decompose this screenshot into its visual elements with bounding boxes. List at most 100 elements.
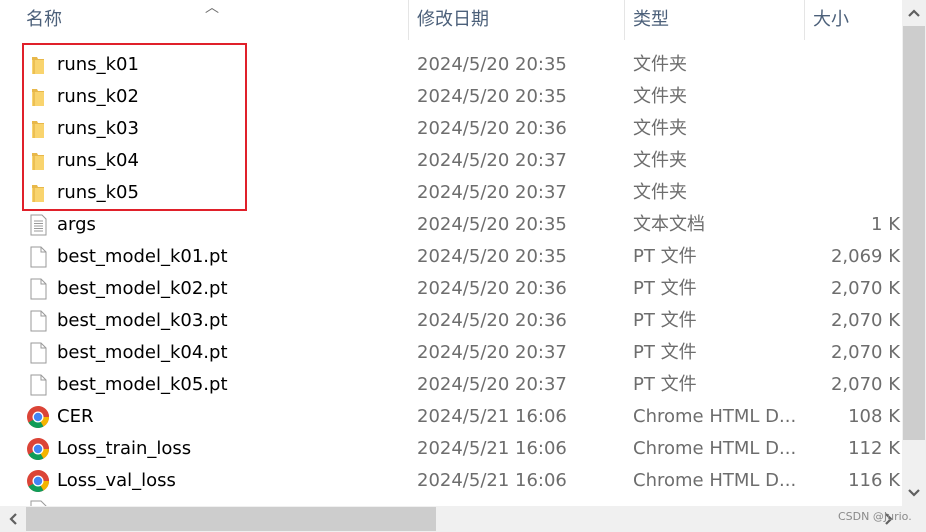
file-size: 108 K xyxy=(848,406,900,427)
chevron-down-icon xyxy=(908,489,920,497)
file-row[interactable]: CER 2024/5/21 16:06 Chrome HTML D... 108 K xyxy=(0,401,900,433)
file-name: CER xyxy=(57,406,94,427)
chrome-icon xyxy=(27,438,50,460)
file-type: 文件夹 xyxy=(633,182,687,203)
chrome-icon xyxy=(27,470,50,492)
column-divider[interactable] xyxy=(624,0,625,40)
horizontal-scroll-thumb[interactable] xyxy=(26,507,436,531)
file-type: Chrome HTML D... xyxy=(633,470,797,491)
chevron-left-icon xyxy=(9,513,17,525)
file-type: PT 文件 xyxy=(633,342,697,363)
file-size: 2,069 K xyxy=(830,246,900,267)
file-name: Loss_val_loss xyxy=(57,470,176,491)
file-name: runs_k01 xyxy=(57,54,139,75)
file-size: 2,070 K xyxy=(830,278,900,299)
vertical-scroll-thumb[interactable] xyxy=(903,26,925,440)
file-type: PT 文件 xyxy=(633,246,697,267)
file-date: 2024/5/21 16:06 xyxy=(417,438,567,459)
file-row[interactable]: best_model_k02.pt 2024/5/20 20:36 PT 文件 2,0… xyxy=(0,273,900,305)
column-divider[interactable] xyxy=(804,0,805,40)
file-type: 文件夹 xyxy=(633,86,687,107)
file-row[interactable]: runs_k04 2024/5/20 20:37 文件夹 xyxy=(0,145,900,177)
file-date: 2024/5/21 16:06 xyxy=(417,470,567,491)
file-icon xyxy=(28,310,50,332)
file-icon xyxy=(28,278,50,300)
folder-icon xyxy=(28,54,50,76)
file-name: best_model_k04.pt xyxy=(57,342,228,363)
folder-icon xyxy=(28,118,50,140)
file-size: 1 K xyxy=(871,214,900,235)
file-row[interactable]: args 2024/5/20 20:35 文本文档 1 K xyxy=(0,209,900,241)
scroll-left-button[interactable] xyxy=(0,506,26,532)
watermark: CSDN @Jurio. xyxy=(838,510,912,523)
scroll-down-button[interactable] xyxy=(902,480,926,506)
file-row[interactable]: best_model_k01.pt 2024/5/20 20:35 PT 文件 2,0… xyxy=(0,241,900,273)
file-name: best_model_k01.pt xyxy=(57,246,228,267)
scroll-up-button[interactable] xyxy=(902,0,926,26)
file-size: 112 K xyxy=(848,438,900,459)
folder-icon xyxy=(28,86,50,108)
file-name: best_model_k05.pt xyxy=(57,374,228,395)
file-date: 2024/5/20 20:35 xyxy=(417,246,567,267)
file-row[interactable]: Loss_val_loss 2024/5/21 16:06 Chrome HTML … xyxy=(0,465,900,497)
chrome-icon xyxy=(27,406,50,428)
file-date: 2024/5/20 20:37 xyxy=(417,182,567,203)
file-type: Chrome HTML D... xyxy=(633,406,797,427)
file-type: PT 文件 xyxy=(633,278,697,299)
text-file-icon xyxy=(28,214,50,236)
file-icon xyxy=(28,246,50,268)
file-name: runs_k03 xyxy=(57,118,139,139)
file-date: 2024/5/21 16:06 xyxy=(417,406,567,427)
file-row[interactable]: best_model_k04.pt 2024/5/20 20:37 PT 文件 2,0… xyxy=(0,337,900,369)
file-size: 2,070 K xyxy=(830,310,900,331)
file-row[interactable]: runs_k03 2024/5/20 20:36 文件夹 xyxy=(0,113,900,145)
file-date: 2024/5/20 20:35 xyxy=(417,54,567,75)
file-type: 文件夹 xyxy=(633,150,687,171)
file-type: 文件夹 xyxy=(633,118,687,139)
file-row[interactable]: best_model_k05.pt 2024/5/20 20:37 PT 文件 2,0… xyxy=(0,369,900,401)
file-name: best_model_k03.pt xyxy=(57,310,228,331)
column-header-date[interactable]: 修改日期 xyxy=(417,0,489,40)
file-type: PT 文件 xyxy=(633,310,697,331)
file-row[interactable]: runs_k01 2024/5/20 20:35 文件夹 xyxy=(0,49,900,81)
column-header-name[interactable]: 名称 xyxy=(26,0,62,40)
file-name: runs_k04 xyxy=(57,150,139,171)
file-date: 2024/5/20 20:37 xyxy=(417,342,567,363)
file-date: 2024/5/20 20:36 xyxy=(417,118,567,139)
vertical-scrollbar[interactable] xyxy=(902,0,926,506)
file-size: 2,070 K xyxy=(830,342,900,363)
file-name: runs_k02 xyxy=(57,86,139,107)
column-header: ︿ 名称 修改日期 类型 大小 xyxy=(0,0,900,40)
file-type: 文件夹 xyxy=(633,54,687,75)
column-divider[interactable] xyxy=(408,0,409,40)
file-name: Loss_train_loss xyxy=(57,438,192,459)
file-row[interactable]: runs_k02 2024/5/20 20:35 文件夹 xyxy=(0,81,900,113)
file-type: 文本文档 xyxy=(633,214,705,235)
file-icon xyxy=(28,342,50,364)
folder-icon xyxy=(28,150,50,172)
file-row[interactable]: Loss_train_loss 2024/5/21 16:06 Chrome HTM… xyxy=(0,433,900,465)
horizontal-scrollbar[interactable] xyxy=(0,506,902,532)
file-icon xyxy=(28,374,50,396)
file-date: 2024/5/20 20:35 xyxy=(417,86,567,107)
file-list: runs_k01 2024/5/20 20:35 文件夹 runs_k02 2024/5… xyxy=(0,49,900,497)
file-name: best_model_k02.pt xyxy=(57,278,228,299)
file-name: args xyxy=(57,214,96,235)
file-row[interactable]: best_model_k03.pt 2024/5/20 20:36 PT 文件 2,0… xyxy=(0,305,900,337)
file-type: PT 文件 xyxy=(633,374,697,395)
file-date: 2024/5/20 20:36 xyxy=(417,278,567,299)
file-date: 2024/5/20 20:35 xyxy=(417,214,567,235)
file-name: runs_k05 xyxy=(57,182,139,203)
file-type: Chrome HTML D... xyxy=(633,438,797,459)
folder-icon xyxy=(28,182,50,204)
file-size: 2,070 K xyxy=(830,374,900,395)
file-date: 2024/5/20 20:36 xyxy=(417,310,567,331)
file-row[interactable]: runs_k05 2024/5/20 20:37 文件夹 xyxy=(0,177,900,209)
sort-ascending-icon: ︿ xyxy=(205,0,219,15)
file-date: 2024/5/20 20:37 xyxy=(417,374,567,395)
column-header-size[interactable]: 大小 xyxy=(813,0,849,40)
chevron-up-icon xyxy=(908,9,920,17)
file-size: 116 K xyxy=(848,470,900,491)
file-date: 2024/5/20 20:37 xyxy=(417,150,567,171)
column-header-type[interactable]: 类型 xyxy=(633,0,669,40)
